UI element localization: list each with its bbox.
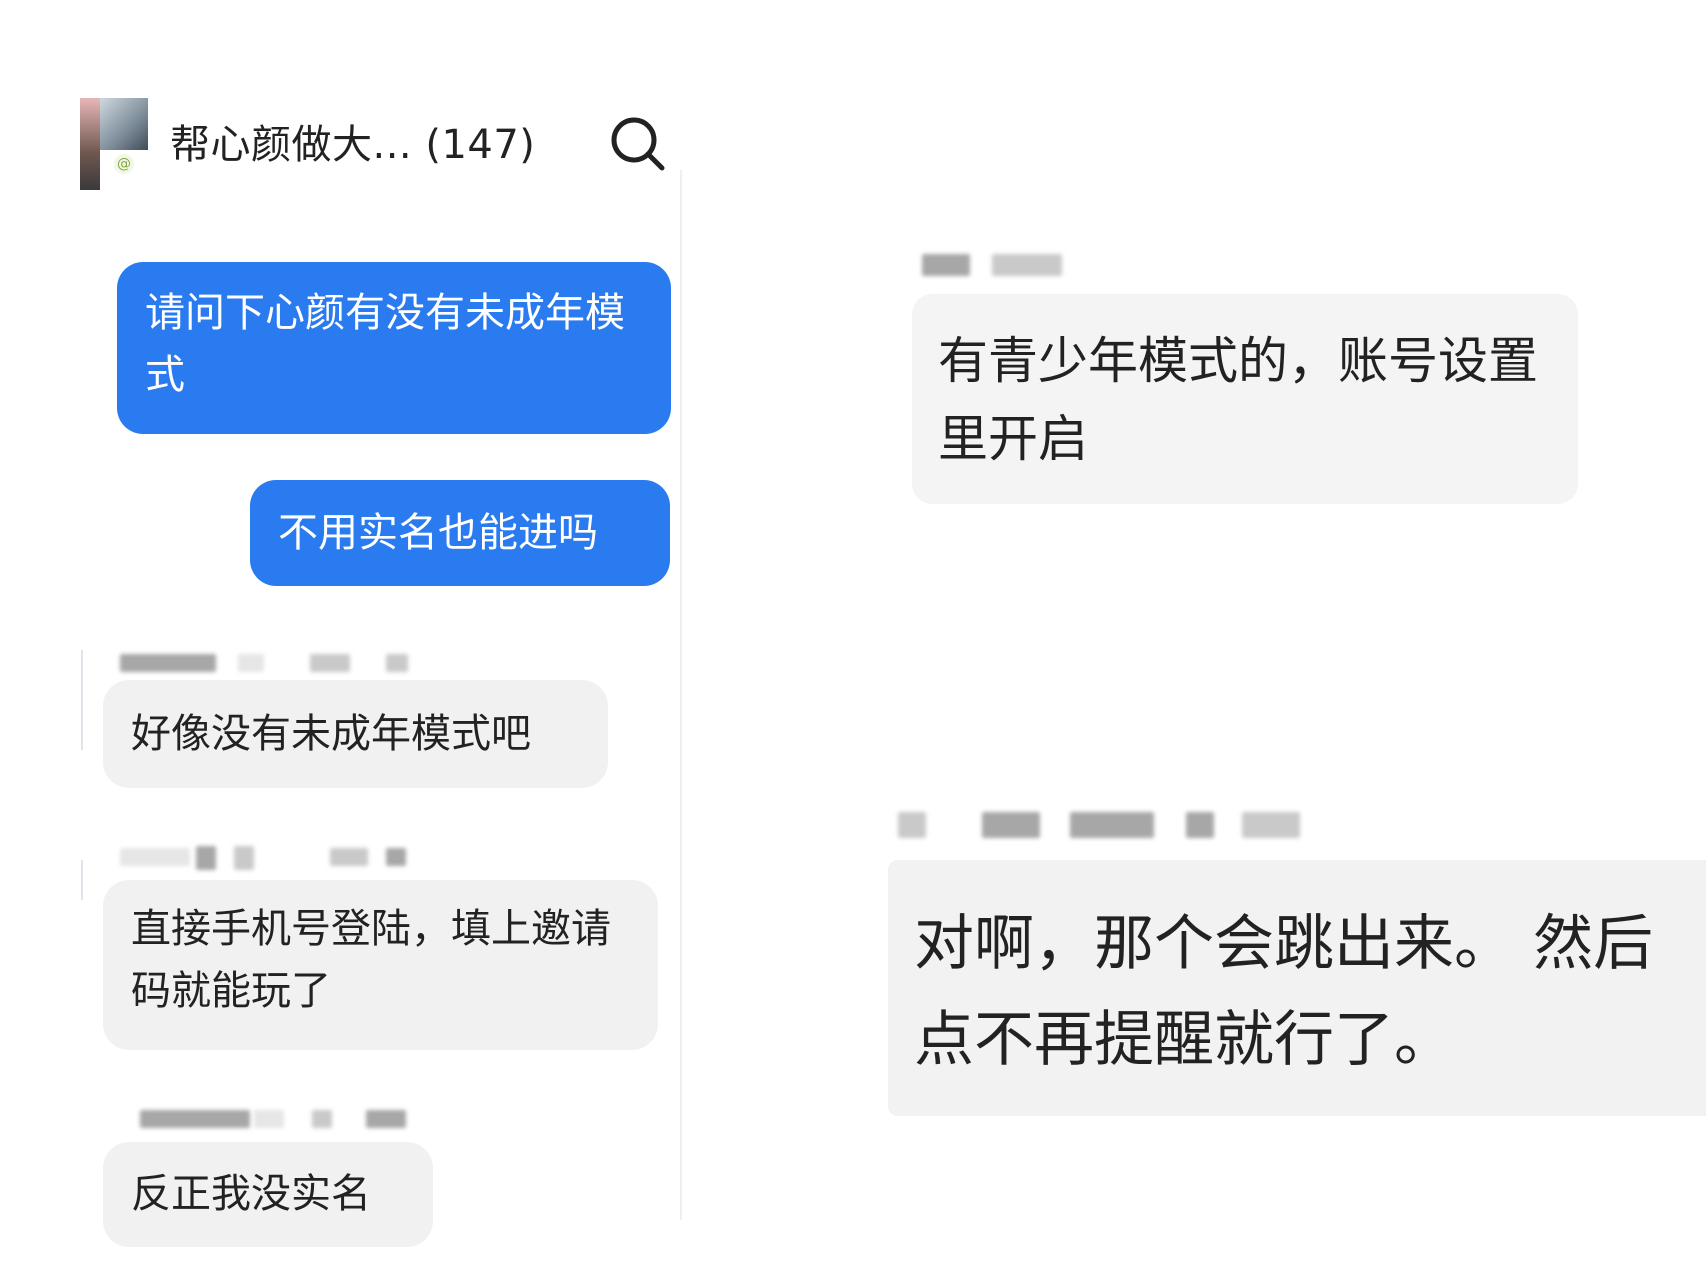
chat-title: 帮心颜做大... (147): [170, 122, 536, 168]
sender-name: [254, 1110, 284, 1128]
sender-name: [386, 848, 406, 866]
message-bubble-other[interactable]: 反正我没实名: [103, 1142, 433, 1247]
sender-name: [310, 654, 350, 672]
sender-name: [238, 654, 264, 672]
message-bubble-self[interactable]: 不用实名也能进吗: [250, 480, 670, 586]
group-avatar[interactable]: @: [80, 98, 148, 190]
avatar-tile: [100, 98, 148, 150]
panel-divider: [680, 170, 682, 1220]
message-bubble-self[interactable]: 请问下心颜有没有未成年模式: [117, 262, 671, 434]
sender-name: [312, 1110, 332, 1128]
sender-name: [898, 812, 926, 838]
search-icon-graphic: [611, 117, 665, 171]
scroll-edge: [81, 860, 83, 900]
sender-name: [234, 846, 254, 870]
scroll-edge: [81, 650, 83, 750]
sender-name: [1070, 812, 1154, 838]
sender-name: [366, 1110, 406, 1128]
message-bubble-other[interactable]: 对啊，那个会跳出来。 然后点不再提醒就行了。: [888, 860, 1706, 1116]
message-bubble-other[interactable]: 好像没有未成年模式吧: [103, 680, 608, 788]
sender-name: [982, 812, 1040, 838]
message-bubble-other[interactable]: 直接手机号登陆，填上邀请码就能玩了: [103, 880, 658, 1050]
sender-name: [140, 1110, 250, 1128]
avatar-tile: [80, 98, 100, 190]
message-bubble-other[interactable]: 有青少年模式的，账号设置里开启: [912, 294, 1578, 504]
sender-name: [196, 846, 216, 870]
sender-name: [1186, 812, 1214, 838]
sender-name: [120, 654, 216, 672]
sender-name: [386, 654, 408, 672]
sender-name: [120, 848, 190, 866]
sender-name: [1242, 812, 1300, 838]
badge-icon: @: [114, 154, 134, 174]
search-icon[interactable]: [608, 114, 668, 174]
sender-name: [992, 254, 1062, 276]
sender-name: [330, 848, 368, 866]
sender-name: [922, 254, 970, 276]
